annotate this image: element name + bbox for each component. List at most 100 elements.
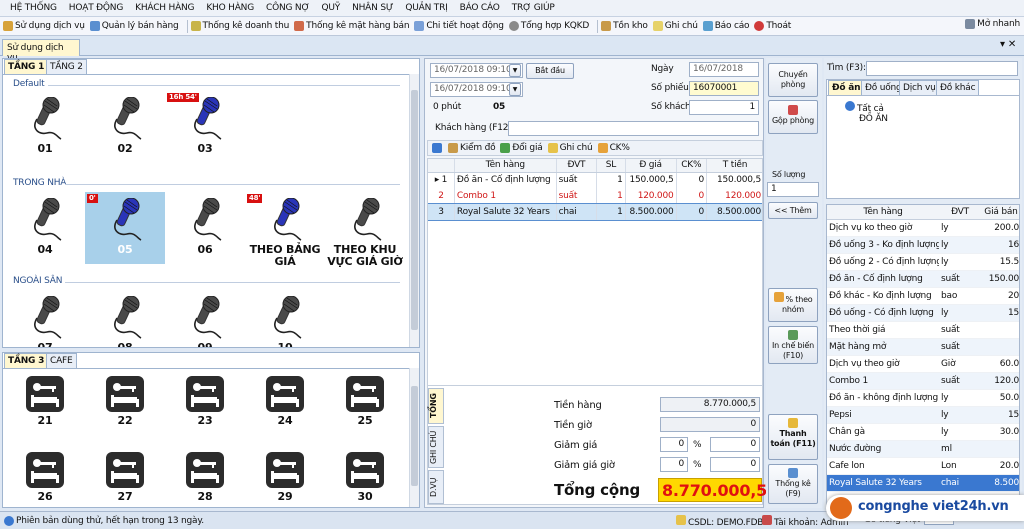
room-tile[interactable]: 0' 05 <box>85 192 165 264</box>
list-item[interactable]: Theo thời giá suất <box>827 321 1019 339</box>
room-tile[interactable]: 07 <box>5 290 85 347</box>
merge-room-button[interactable]: Gộp phòng <box>768 100 818 134</box>
list-item[interactable]: Pepsi ly 15 <box>827 406 1019 424</box>
tree-item-do-an[interactable]: ĐỒ ĂN <box>859 114 888 124</box>
tool-ton-kho[interactable]: Tồn kho <box>601 21 648 31</box>
print-kitchen-button[interactable]: In chế biến (F10) <box>768 326 818 364</box>
room-tile[interactable]: 25 <box>325 373 405 445</box>
room-tile[interactable]: 30 <box>325 449 405 507</box>
pay-button[interactable]: Thanh toán (F11) <box>768 414 818 460</box>
discount-percent-input[interactable]: 0 <box>660 437 688 452</box>
table-row[interactable]: 3 Royal Salute 32 Years chai 1 8.500.000 0 8.5… <box>428 203 762 221</box>
list-item[interactable]: Dịch vụ ko theo giờ ly 200.0 <box>827 219 1019 237</box>
list-item[interactable]: Đồ uống 2 - Có định lượng ly 15.5 <box>827 253 1019 271</box>
statistics-button[interactable]: Thống kê (F9) <box>768 464 818 504</box>
room-tile[interactable]: THEO KHU VỰC GIÁ GIỜ <box>325 192 405 268</box>
list-item[interactable]: Đồ ăn - Cố định lượng suất 150.00 <box>827 270 1019 288</box>
list-item[interactable]: Mặt hàng mở suất <box>827 338 1019 356</box>
grid-header-cell[interactable] <box>428 159 455 173</box>
menu-item-4[interactable]: CÔNG NỢ <box>266 3 310 13</box>
percent-by-group-button[interactable]: % theo nhóm <box>768 288 818 322</box>
room-tile[interactable]: 06 <box>165 192 245 264</box>
tab-su-dung-dich-vu[interactable]: Sử dụng dịch vụ <box>2 39 80 63</box>
tool-thoat[interactable]: Thoát <box>754 21 791 31</box>
tool-tong-hop-kqkd[interactable]: Tổng hợp KQKD <box>508 21 589 31</box>
menu-item-2[interactable]: KHÁCH HÀNG <box>135 3 194 13</box>
grid-header-cell[interactable]: ĐVT <box>556 159 598 173</box>
guests-input[interactable]: 1 <box>689 100 759 115</box>
vtab-tong[interactable]: TỔNG <box>428 388 444 424</box>
search-input[interactable] <box>866 61 1018 76</box>
menu-item-0[interactable]: HỆ THỐNG <box>10 3 57 13</box>
cat-tab-dich-vu[interactable]: Dịch vụ <box>899 80 940 95</box>
time-discount-percent-input[interactable]: 0 <box>660 457 688 472</box>
product-header-cell[interactable]: Giá bán <box>981 205 1019 220</box>
start-time-dropdown[interactable]: ▼ <box>509 64 521 77</box>
tree-item-all[interactable]: Tất cả <box>845 101 884 114</box>
tool-bao-cao[interactable]: Báo cáo <box>702 21 750 31</box>
room-tile[interactable]: 24 <box>245 373 325 445</box>
list-item[interactable]: Đồ uống 3 - Ko định lượng ly 16 <box>827 236 1019 254</box>
scroll-thumb[interactable] <box>411 90 418 330</box>
discount-amount-input[interactable]: 0 <box>710 437 760 452</box>
room-tile[interactable]: 10 <box>245 290 325 347</box>
room-tile[interactable]: 21 <box>5 373 85 445</box>
list-item[interactable]: Dịch vụ theo giờ Giờ 60.0 <box>827 355 1019 373</box>
product-header-cell[interactable]: Tên hàng <box>827 205 939 220</box>
add-icon[interactable] <box>432 143 442 153</box>
menu-item-8[interactable]: BÁO CÁO <box>460 3 500 13</box>
list-item[interactable]: Đồ uống - Có định lượng ly 15 <box>827 304 1019 322</box>
room-tile[interactable]: 09 <box>165 290 245 347</box>
menu-item-7[interactable]: QUẢN TRỊ <box>405 3 447 13</box>
tool-thong-ke-doanh-thu[interactable]: Thống kê doanh thu <box>190 21 289 31</box>
add-item-button[interactable]: << Thêm <box>768 202 818 219</box>
grid-header-cell[interactable]: CK% <box>676 159 708 173</box>
list-item[interactable]: Royal Salute 32 Years chai 8.500 <box>827 474 1019 492</box>
tab-controls[interactable]: ▾ ✕ <box>1000 39 1016 50</box>
discount-button[interactable]: CK% <box>597 143 630 153</box>
room-tile[interactable]: 26 <box>5 449 85 507</box>
grid-header-cell[interactable]: SL <box>596 159 626 173</box>
room-tile[interactable]: 27 <box>85 449 165 507</box>
quick-open-button[interactable]: Mở nhanh <box>965 19 1020 29</box>
tab-tang-1[interactable]: TẦNG 1 <box>4 59 49 74</box>
list-item[interactable]: Đồ khác - Ko định lượng bao 20 <box>827 287 1019 305</box>
start-button[interactable]: Bắt đầu <box>526 63 574 79</box>
list-item[interactable]: Đồ ăn - không định lượng ly 50.0 <box>827 389 1019 407</box>
ticket-input[interactable]: 16070001 <box>689 81 759 96</box>
vtab-dich-vu[interactable]: D.VỤ <box>428 470 444 504</box>
vtab-ghi-chu[interactable]: GHI CHÚ <box>428 426 444 468</box>
grid-header-cell[interactable]: Tên hàng <box>454 159 557 173</box>
room-tile[interactable]: 01 <box>5 91 85 163</box>
list-item[interactable]: Combo 1 suất 120.0 <box>827 372 1019 390</box>
scroll-thumb[interactable] <box>411 386 418 486</box>
menu-item-5[interactable]: QUỸ <box>322 3 341 13</box>
customer-select[interactable] <box>508 121 759 136</box>
end-time-dropdown[interactable]: ▼ <box>509 83 521 96</box>
tool-thong-ke-mat-hang[interactable]: Thống kê mặt hàng bán <box>294 21 410 31</box>
tool-chi-tiet-hoat-dong[interactable]: Chi tiết hoạt động <box>414 21 504 31</box>
room-tile[interactable]: 48' THEO BẢNG GIÁ <box>245 192 325 268</box>
grid-header-cell[interactable]: T tiền <box>706 159 762 173</box>
tool-quan-ly-ban-hang[interactable]: Quản lý bán hàng <box>89 21 179 31</box>
change-price-button[interactable]: Đổi giá <box>500 143 543 153</box>
tool-ghi-chu[interactable]: Ghi chú <box>652 21 698 31</box>
cat-tab-do-khac[interactable]: Đồ khác <box>936 80 980 95</box>
note-button[interactable]: Ghi chú <box>547 143 593 153</box>
menu-item-9[interactable]: TRỢ GIÚP <box>512 3 555 13</box>
grid-header-cell[interactable]: Đ giá <box>625 159 677 173</box>
room-tile[interactable]: 16h 54' 03 <box>165 91 245 163</box>
room-tile[interactable]: 22 <box>85 373 165 445</box>
tab-tang-3[interactable]: TẦNG 3 <box>4 353 49 368</box>
menu-item-6[interactable]: NHÂN SỰ <box>352 3 393 13</box>
tool-su-dung-dich-vu[interactable]: Sử dụng dịch vụ <box>3 21 85 31</box>
time-discount-amount-input[interactable]: 0 <box>710 457 760 472</box>
cat-tab-do-an[interactable]: Đồ ăn <box>828 80 865 95</box>
room-tile[interactable]: 29 <box>245 449 325 507</box>
quantity-select[interactable]: 1 <box>767 182 819 197</box>
list-item[interactable]: Chân gà ly 30.0 <box>827 423 1019 441</box>
list-item[interactable]: Nước đường ml <box>827 440 1019 458</box>
date-input[interactable]: 16/07/2018 <box>689 62 759 77</box>
room-tile[interactable]: 08 <box>85 290 165 347</box>
list-item[interactable]: Cafe lon Lon 20.0 <box>827 457 1019 475</box>
